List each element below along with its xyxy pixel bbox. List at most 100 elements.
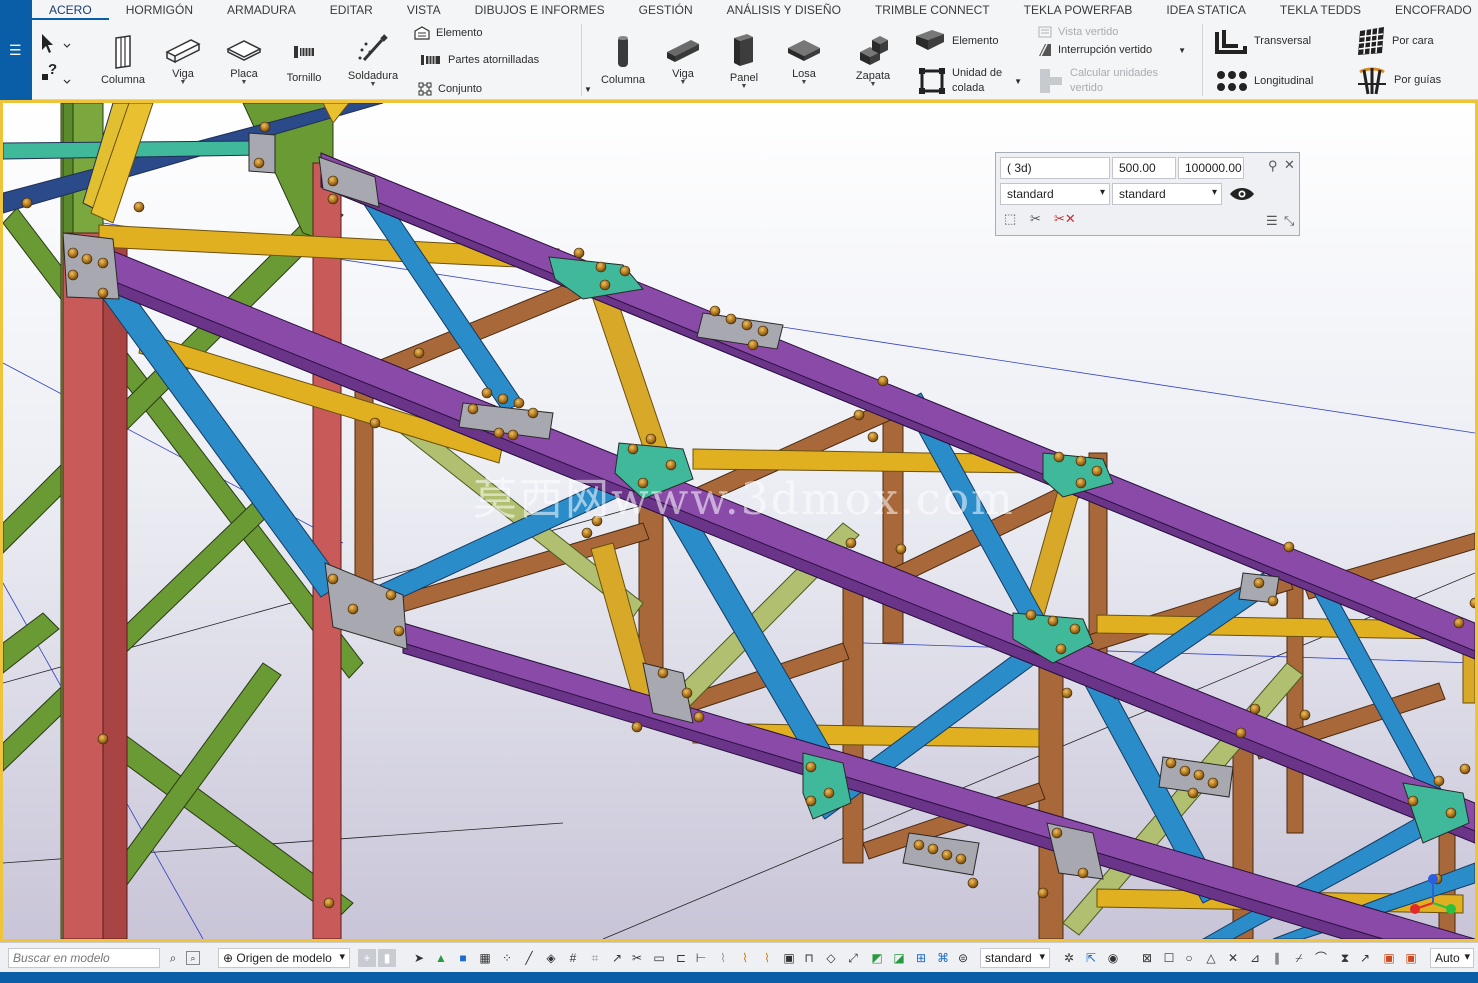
tab-editar[interactable]: EDITAR [313,0,390,20]
snap-override-icon[interactable]: ▣ [1380,949,1398,967]
select-reinforcement-icon[interactable]: ⌇ [714,949,732,967]
snap-intersection-icon[interactable]: ✕ [1224,949,1242,967]
select-bolt-group-icon[interactable]: ⊢ [692,949,710,967]
select-assemblies-icon[interactable]: ⌇ [758,949,776,967]
snap-triangle-icon[interactable]: △ [1202,949,1220,967]
close-icon[interactable]: ✕ [1284,157,1295,173]
select-cuts-icon[interactable]: ✂ [628,949,646,967]
select-views-icon[interactable]: ▭ [650,949,668,967]
select-lines-icon[interactable]: ╱ [520,949,538,967]
calculate-pour-units-button[interactable]: Calcular unidades vertido [1038,66,1158,96]
tab-tekla-tedds[interactable]: TEKLA TEDDS [1263,0,1378,20]
snap-parallel-icon[interactable]: ∥ [1268,949,1286,967]
select-distance-icon[interactable]: ⤢ [844,949,862,967]
chevron-down-icon[interactable]: ▼ [660,79,706,86]
view-far-field[interactable]: 100000.00 [1178,157,1244,179]
view-cube-icon[interactable]: ⬚ [1004,211,1016,227]
tab-hormigon[interactable]: HORMIGÓN [109,0,210,20]
footing-button[interactable]: Zapata ▼ [848,32,898,88]
snap-points-icon[interactable]: ✲ [1060,949,1078,967]
snap-circle-icon[interactable]: ○ [1180,949,1198,967]
snap-geometry-icon[interactable]: ◪ [890,949,908,967]
snap-depth-select[interactable]: Auto [1430,948,1474,968]
chevron-down-icon[interactable]: ▼ [782,79,826,86]
snap-any-position-icon[interactable]: ⌒ [1312,949,1330,967]
tab-trimble-connect[interactable]: TRIMBLE CONNECT [858,0,1007,20]
snap-free-icon[interactable]: ▣ [1402,949,1420,967]
select-all-icon[interactable]: ➤ [410,949,428,967]
component-element-button[interactable]: Elemento [414,26,482,40]
cut-icon[interactable]: ✂ [1030,211,1041,227]
by-face-rebar-button[interactable]: Por cara [1356,25,1434,57]
select-pour-icon[interactable]: ⊓ [800,949,818,967]
chevron-down-icon[interactable]: ▼ [1014,77,1022,86]
view-filter-select[interactable]: standard [1000,183,1110,205]
select-surfaces-icon[interactable]: ■ [454,949,472,967]
select-reference-icon[interactable]: ⌗ [586,949,604,967]
eye-icon[interactable] [1228,186,1256,202]
tab-acero[interactable]: ACERO [32,0,109,20]
tab-dibujos[interactable]: DIBUJOS E INFORMES [458,0,622,20]
select-grid-icon[interactable]: ▦ [476,949,494,967]
snap-line-extension-icon[interactable]: ⌿ [1290,949,1308,967]
bolt-button[interactable]: Tornillo [282,34,326,84]
chevron-down-icon[interactable]: ▼ [848,81,898,88]
select-pointer-icon[interactable]: ? [36,26,72,90]
weld-button[interactable]: Soldadura ▼ [342,30,404,88]
representation-select[interactable]: standard [1112,183,1222,205]
snap-center-icon[interactable]: ☐ [1160,949,1178,967]
snap-grid-icon[interactable]: ⊞ [912,949,930,967]
select-welds-icon[interactable]: ↗ [608,949,626,967]
panel-button[interactable]: Panel ▼ [722,32,766,90]
select-components-icon[interactable]: ⌇ [736,949,754,967]
pin-icon[interactable]: ⚲ [1268,158,1278,174]
chevron-down-icon[interactable]: ▼ [342,81,404,88]
tab-idea-statica[interactable]: IDEA STATICA [1149,0,1263,20]
snap-custom-icon[interactable]: ⊜ [954,949,972,967]
snap-mode-icon[interactable]: ⇱ [1082,949,1100,967]
snap-component-icon[interactable]: ⌘ [934,949,952,967]
snap-lines-icon[interactable]: ↗ [1356,949,1374,967]
tab-armadura[interactable]: ARMADURA [210,0,313,20]
select-objects-icon[interactable]: ◈ [542,949,560,967]
assembly-button[interactable]: Conjunto ▼ [418,82,592,96]
chevron-down-icon[interactable]: ▼ [160,79,206,86]
snap-nearest-icon[interactable]: ⧗ [1336,949,1354,967]
chevron-down-icon[interactable]: ▼ [222,79,266,86]
view-depth-field[interactable]: 500.00 [1112,157,1176,179]
collapse-icon[interactable]: ⤡ [1284,213,1294,229]
slab-button[interactable]: Losa ▼ [782,34,826,86]
model-search-input[interactable]: Buscar en modelo [8,948,160,968]
tab-gestion[interactable]: GESTIÓN [622,0,710,20]
chevron-down-icon[interactable]: ▼ [722,83,766,90]
tab-vista[interactable]: VISTA [390,0,458,20]
concrete-column-button[interactable]: Columna [594,34,652,86]
snap-end-points-icon[interactable]: ⊠ [1138,949,1156,967]
add-origin-icon[interactable]: + [358,949,376,967]
tab-analisis[interactable]: ANÁLISIS Y DISEÑO [710,0,858,20]
steel-beam-button[interactable]: Viga ▼ [160,34,206,86]
concrete-beam-button[interactable]: Viga ▼ [660,34,706,86]
select-grid-lines-icon[interactable]: # [564,949,582,967]
by-guides-rebar-button[interactable]: Por guías [1356,64,1441,96]
bolted-parts-button[interactable]: Partes atornilladas [420,53,539,67]
snap-reference-icon[interactable]: ◩ [868,949,886,967]
view-name-field[interactable]: ( 3d) [1000,157,1110,179]
steel-column-button[interactable]: Columna [96,34,150,86]
chevron-down-icon[interactable]: ▼ [584,85,592,94]
model-origin-select[interactable]: ⊕ Origen de modelo [218,948,350,968]
pour-break-button[interactable]: Interrupción vertido ▼ [1038,43,1186,57]
menu-icon[interactable]: ☰ [9,42,22,59]
search-icon[interactable]: ⌕ [164,949,182,967]
clear-cut-icon[interactable]: ✂✕ [1054,211,1076,227]
plate-button[interactable]: Placa ▼ [222,34,266,86]
tab-tekla-powerfab[interactable]: TEKLA POWERFAB [1007,0,1150,20]
concrete-element-button[interactable]: Elemento [914,28,998,54]
longitudinal-rebar-button[interactable]: Longitudinal [1216,68,1313,94]
select-rebar-icon[interactable]: ▣ [780,949,798,967]
chevron-down-icon[interactable]: ▼ [1178,46,1186,55]
tab-encofrado[interactable]: ENCOFRADO [1378,0,1478,20]
list-icon[interactable]: ☰ [1266,213,1278,229]
work-plane-select[interactable]: standard [980,948,1050,968]
visibility-icon[interactable]: ◉ [1104,949,1122,967]
